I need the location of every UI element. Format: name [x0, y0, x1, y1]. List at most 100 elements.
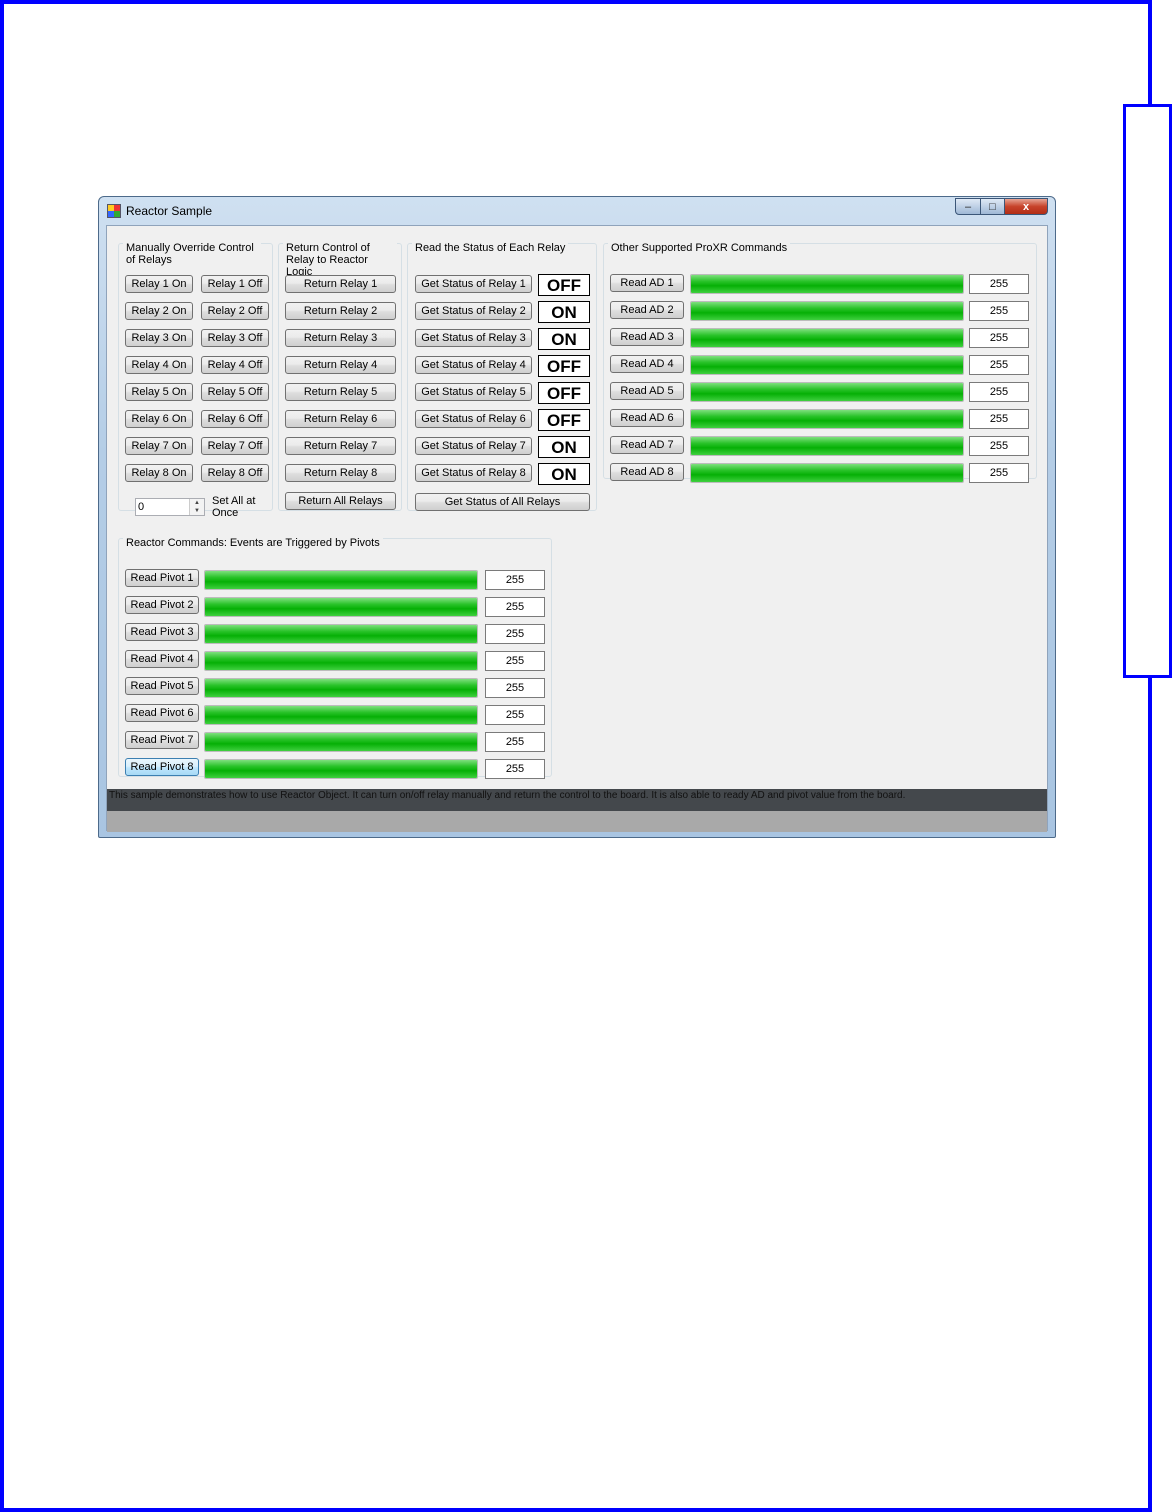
pivot-6-progress-bar — [204, 705, 478, 725]
read-pivot-3-button[interactable]: Read Pivot 3 — [125, 623, 199, 641]
get-status-relay-8-button[interactable]: Get Status of Relay 8 — [415, 464, 532, 482]
title-bar[interactable]: Reactor Sample ‒ □ x — [99, 197, 1055, 225]
pivot-7-progress-fill — [205, 733, 477, 751]
relay-5-on-button[interactable]: Relay 5 On — [125, 383, 193, 401]
return-relay-3-button[interactable]: Return Relay 3 — [285, 329, 396, 347]
relay-6-off-button[interactable]: Relay 6 Off — [201, 410, 269, 428]
get-status-relay-7-button[interactable]: Get Status of Relay 7 — [415, 437, 532, 455]
pivot-4-progress-bar — [204, 651, 478, 671]
relay-1-on-button[interactable]: Relay 1 On — [125, 275, 193, 293]
relay-status-title: Read the Status of Each Relay — [412, 242, 569, 254]
relay-1-status: OFF — [538, 274, 590, 296]
read-ad-8-button[interactable]: Read AD 8 — [610, 463, 684, 481]
read-ad-7-button[interactable]: Read AD 7 — [610, 436, 684, 454]
pivot-1-value: 255 — [485, 570, 545, 590]
ad-3-progress-bar — [690, 328, 964, 348]
read-pivot-4-button[interactable]: Read Pivot 4 — [125, 650, 199, 668]
read-ad-2-button[interactable]: Read AD 2 — [610, 301, 684, 319]
read-pivot-6-button[interactable]: Read Pivot 6 — [125, 704, 199, 722]
read-pivot-1-button[interactable]: Read Pivot 1 — [125, 569, 199, 587]
status-text: This sample demonstrates how to use Reac… — [109, 790, 906, 801]
read-ad-4-button[interactable]: Read AD 4 — [610, 355, 684, 373]
ad-1-progress-bar — [690, 274, 964, 294]
return-relay-4-button[interactable]: Return Relay 4 — [285, 356, 396, 374]
ad-7-progress-bar — [690, 436, 964, 456]
relay-4-off-button[interactable]: Relay 4 Off — [201, 356, 269, 374]
pivot-4-progress-fill — [205, 652, 477, 670]
read-pivot-2-button[interactable]: Read Pivot 2 — [125, 596, 199, 614]
relay-6-on-button[interactable]: Relay 6 On — [125, 410, 193, 428]
get-status-relay-4-button[interactable]: Get Status of Relay 4 — [415, 356, 532, 374]
bottom-strip — [107, 811, 1047, 832]
relay-1-off-button[interactable]: Relay 1 Off — [201, 275, 269, 293]
pivot-7-value: 255 — [485, 732, 545, 752]
get-status-relay-5-button[interactable]: Get Status of Relay 5 — [415, 383, 532, 401]
ad-2-value: 255 — [969, 301, 1029, 321]
read-ad-5-button[interactable]: Read AD 5 — [610, 382, 684, 400]
relay-2-on-button[interactable]: Relay 2 On — [125, 302, 193, 320]
get-status-relay-2-button[interactable]: Get Status of Relay 2 — [415, 302, 532, 320]
get-status-relay-3-button[interactable]: Get Status of Relay 3 — [415, 329, 532, 347]
ad-4-progress-bar — [690, 355, 964, 375]
relay-5-off-button[interactable]: Relay 5 Off — [201, 383, 269, 401]
return-relay-6-button[interactable]: Return Relay 6 — [285, 410, 396, 428]
minimize-button[interactable]: ‒ — [955, 198, 981, 215]
get-status-relay-6-button[interactable]: Get Status of Relay 6 — [415, 410, 532, 428]
set-all-spinner[interactable]: 0 ▲ ▼ — [135, 498, 205, 516]
manual-override-group: Manually Override Control of Relays 0 ▲ ▼… — [118, 242, 273, 519]
relay-3-status: ON — [538, 328, 590, 350]
return-relay-7-button[interactable]: Return Relay 7 — [285, 437, 396, 455]
proxr-title: Other Supported ProXR Commands — [608, 242, 791, 254]
read-ad-1-button[interactable]: Read AD 1 — [610, 274, 684, 292]
return-relay-8-button[interactable]: Return Relay 8 — [285, 464, 396, 482]
pivot-2-progress-fill — [205, 598, 477, 616]
ad-5-value: 255 — [969, 382, 1029, 402]
pivot-3-progress-bar — [204, 624, 478, 644]
ad-3-progress-fill — [691, 329, 963, 347]
read-ad-3-button[interactable]: Read AD 3 — [610, 328, 684, 346]
read-pivot-7-button[interactable]: Read Pivot 7 — [125, 731, 199, 749]
read-ad-6-button[interactable]: Read AD 6 — [610, 409, 684, 427]
pivot-title: Reactor Commands: Events are Triggered b… — [123, 537, 383, 549]
get-status-relay-1-button[interactable]: Get Status of Relay 1 — [415, 275, 532, 293]
get-status-all-button[interactable]: Get Status of All Relays — [415, 493, 590, 511]
return-relay-2-button[interactable]: Return Relay 2 — [285, 302, 396, 320]
ad-7-value: 255 — [969, 436, 1029, 456]
read-pivot-8-button[interactable]: Read Pivot 8 — [125, 758, 199, 776]
relay-8-on-button[interactable]: Relay 8 On — [125, 464, 193, 482]
client-area: Manually Override Control of Relays 0 ▲ ▼… — [106, 225, 1048, 832]
return-all-relays-button[interactable]: Return All Relays — [285, 492, 396, 510]
ad-2-progress-bar — [690, 301, 964, 321]
pivot-5-value: 255 — [485, 678, 545, 698]
pivot-8-progress-bar — [204, 759, 478, 779]
status-strip: This sample demonstrates how to use Reac… — [107, 789, 1047, 811]
reactor-sample-window: Reactor Sample ‒ □ x Manually Override C… — [98, 196, 1056, 838]
ad-1-value: 255 — [969, 274, 1029, 294]
ad-2-progress-fill — [691, 302, 963, 320]
relay-3-on-button[interactable]: Relay 3 On — [125, 329, 193, 347]
relay-8-off-button[interactable]: Relay 8 Off — [201, 464, 269, 482]
return-relay-5-button[interactable]: Return Relay 5 — [285, 383, 396, 401]
relay-7-off-button[interactable]: Relay 7 Off — [201, 437, 269, 455]
set-all-label: Set All at Once — [212, 495, 256, 519]
return-relay-1-button[interactable]: Return Relay 1 — [285, 275, 396, 293]
relay-status-group: Read the Status of Each Relay Get Status… — [407, 242, 597, 511]
side-tab-frame — [1123, 104, 1172, 678]
read-pivot-5-button[interactable]: Read Pivot 5 — [125, 677, 199, 695]
window-title: Reactor Sample — [126, 204, 213, 218]
spinner-arrows-icon[interactable]: ▲ ▼ — [189, 499, 204, 515]
ad-8-progress-bar — [690, 463, 964, 483]
close-button[interactable]: x — [1004, 198, 1048, 215]
relay-6-status: OFF — [538, 409, 590, 431]
maximize-button[interactable]: □ — [980, 198, 1005, 215]
pivot-3-value: 255 — [485, 624, 545, 644]
relay-3-off-button[interactable]: Relay 3 Off — [201, 329, 269, 347]
relay-5-status: OFF — [538, 382, 590, 404]
relay-4-status: OFF — [538, 355, 590, 377]
relay-4-on-button[interactable]: Relay 4 On — [125, 356, 193, 374]
pivot-6-value: 255 — [485, 705, 545, 725]
proxr-group: Other Supported ProXR Commands Read AD 1… — [603, 242, 1037, 483]
relay-2-off-button[interactable]: Relay 2 Off — [201, 302, 269, 320]
relay-7-on-button[interactable]: Relay 7 On — [125, 437, 193, 455]
app-icon — [107, 204, 121, 218]
